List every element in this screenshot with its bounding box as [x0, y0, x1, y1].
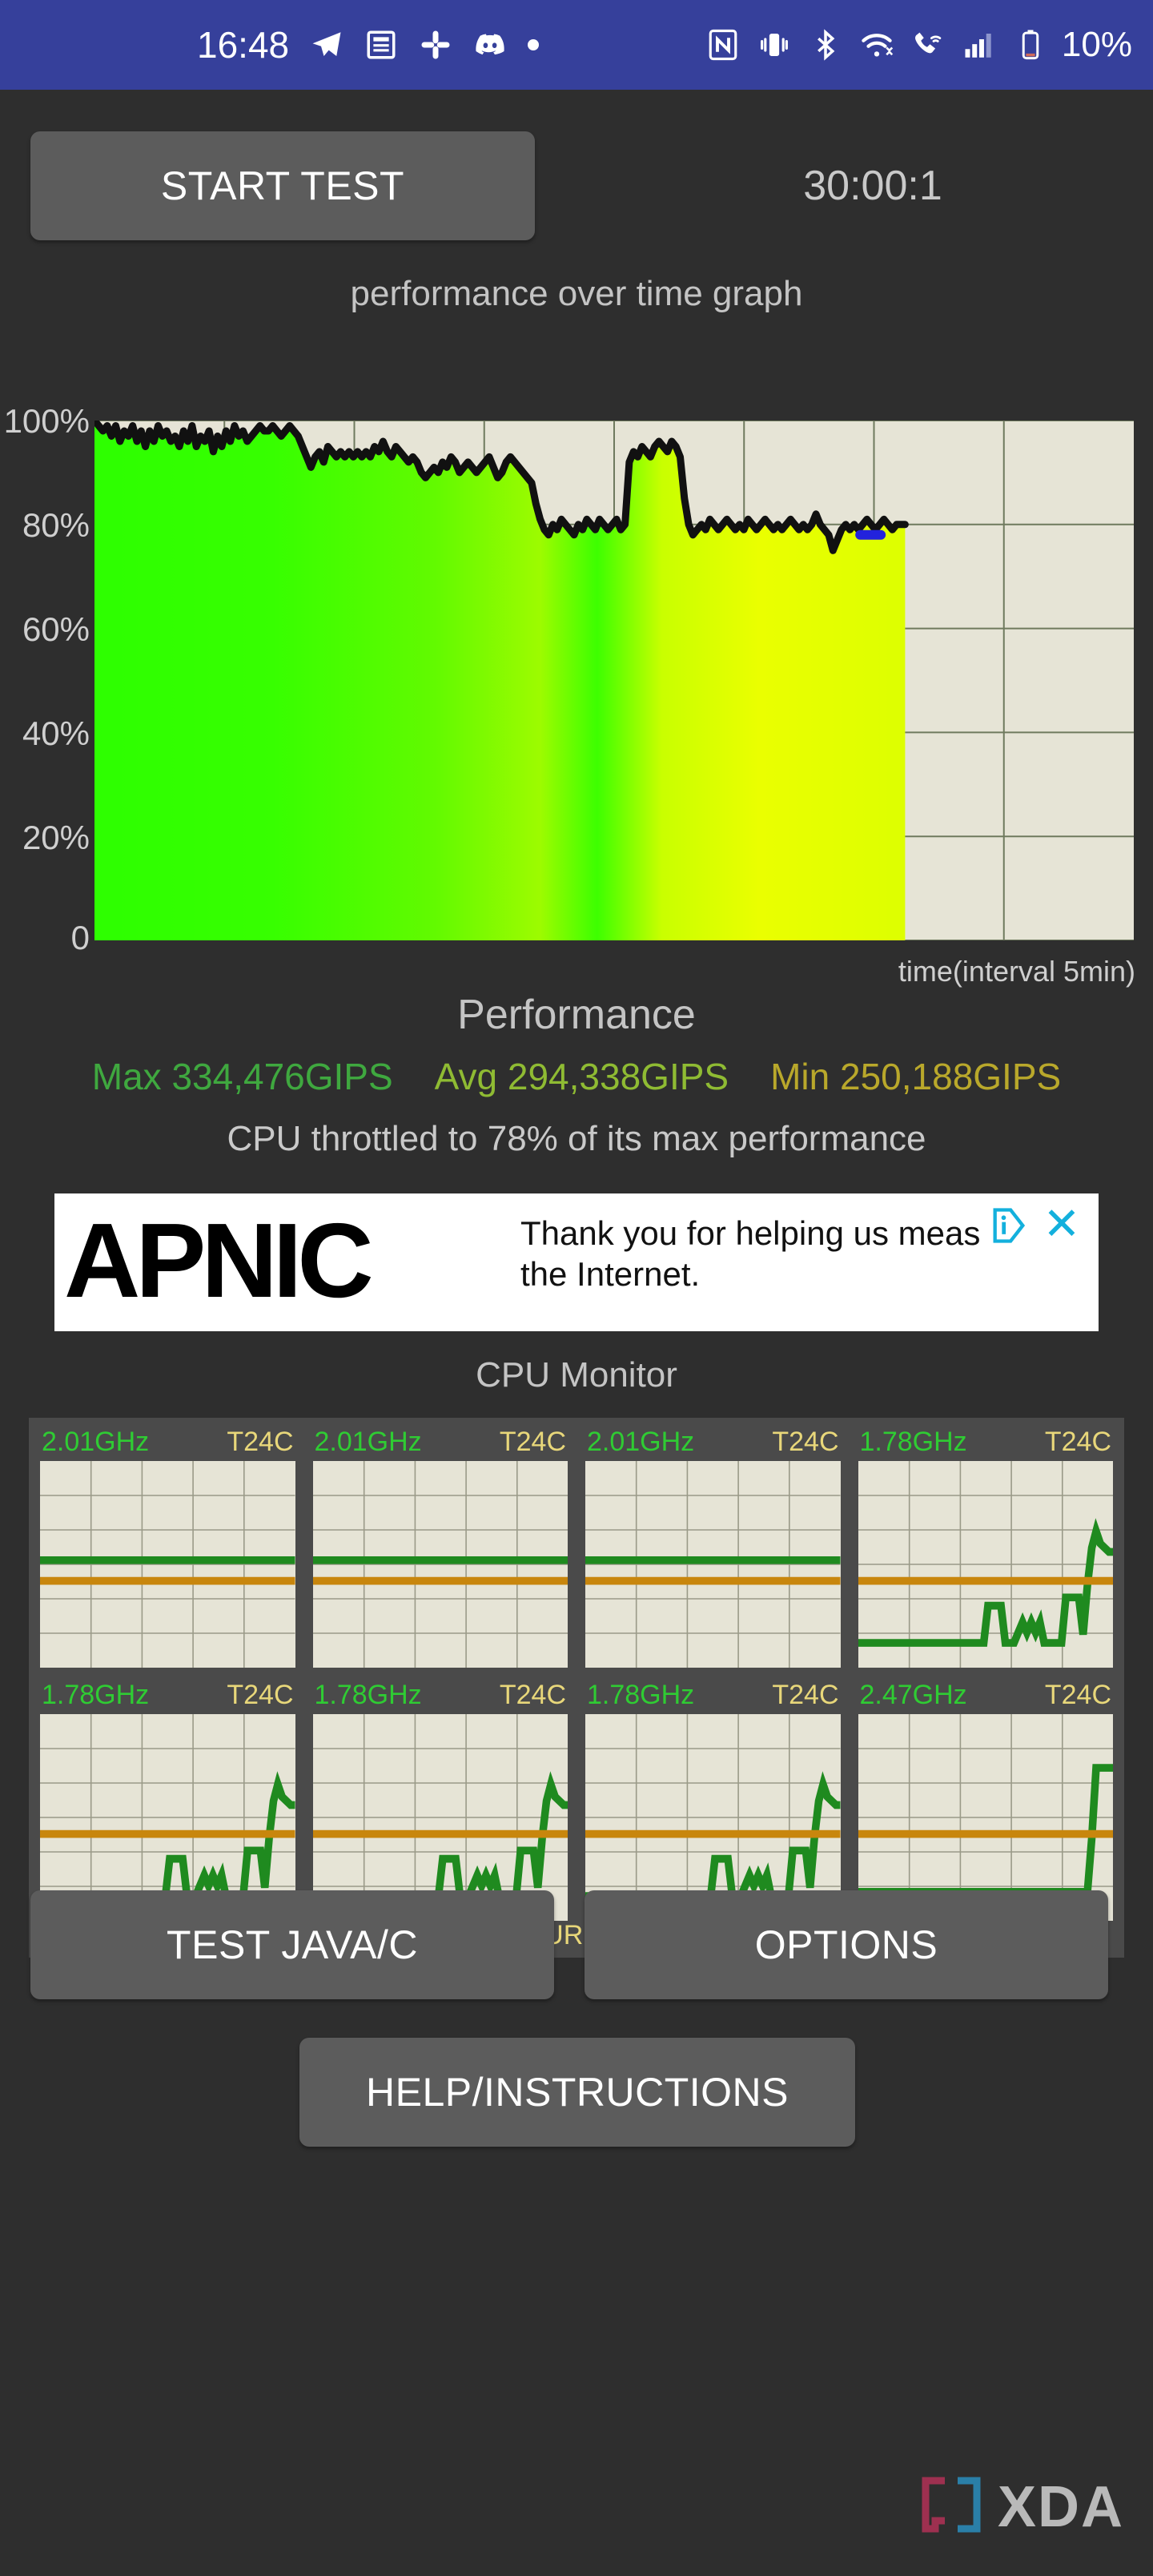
cpu-core-grid: 2.01GHz T24C 2.01GHz T24C 2.01GHz T24C 1.78GHz…: [37, 1424, 1116, 1921]
start-test-button[interactable]: START TEST: [30, 131, 535, 240]
cpu-core-plot: [312, 1461, 568, 1668]
close-icon[interactable]: ✕: [1039, 1201, 1084, 1246]
telegram-icon: [310, 28, 343, 62]
status-time: 16:48: [197, 24, 290, 66]
y-tick-40: 40%: [22, 714, 90, 752]
cpu-core-temperature: T24C: [772, 1680, 839, 1710]
cpu-core-cell: 2.01GHz T24C: [582, 1424, 844, 1668]
cpu-core-header: 2.01GHz T24C: [37, 1424, 299, 1459]
perf-min: Min 250,188GIPS: [770, 1056, 1062, 1097]
y-tick-60: 60%: [22, 610, 90, 648]
test-java-c-button[interactable]: TEST JAVA/C: [30, 1890, 554, 1999]
cpu-core-header: 2.01GHz T24C: [582, 1424, 844, 1459]
adchoices-icon[interactable]: [988, 1205, 1030, 1246]
cpu-core-temperature: T24C: [1044, 1427, 1111, 1457]
cpu-monitor-panel: 2.01GHz T24C 2.01GHz T24C 2.01GHz T24C 1.78GHz…: [29, 1418, 1124, 1958]
y-tick-0: 0: [70, 919, 90, 956]
cpu-core-frequency: 2.01GHz: [42, 1427, 150, 1457]
cpu-core-temperature: T24C: [499, 1680, 566, 1710]
xda-watermark: XDA: [918, 2476, 1124, 2538]
signal-bars-icon: [962, 28, 996, 62]
xda-wordmark: XDA: [997, 2474, 1124, 2539]
cpu-core-cell: 1.78GHz T24C: [582, 1677, 844, 1921]
cpu-core-header: 1.78GHz T24C: [37, 1677, 299, 1713]
y-tick-100: 100%: [3, 402, 90, 440]
cpu-core-frequency: 2.47GHz: [859, 1680, 967, 1710]
ad-text-line2: the Internet.: [520, 1255, 701, 1294]
cpu-core-temperature: T24C: [227, 1680, 294, 1710]
top-controls: START TEST 30:00:1: [0, 131, 1153, 244]
cpu-core-frequency: 1.78GHz: [42, 1680, 150, 1710]
cpu-core-frequency: 2.01GHz: [314, 1427, 422, 1457]
cpu-core-frequency: 1.78GHz: [587, 1680, 695, 1710]
cpu-core-cell: 1.78GHz T24C: [37, 1677, 299, 1921]
ad-text: Thank you for helping us meas the Intern…: [520, 1213, 1049, 1294]
options-button[interactable]: OPTIONS: [585, 1890, 1108, 1999]
discord-icon: [473, 28, 507, 62]
app-root: START TEST 30:00:1 performance over time…: [0, 90, 1153, 2576]
cpu-core-header: 1.78GHz T24C: [582, 1677, 844, 1713]
bluetooth-icon: [809, 28, 842, 62]
perf-max: Max 334,476GIPS: [91, 1056, 393, 1097]
cpu-core-cell: 1.78GHz T24C: [855, 1424, 1117, 1668]
cpu-core-frequency: 2.01GHz: [587, 1427, 695, 1457]
dot-icon: [528, 39, 540, 50]
cpu-core-header: 2.47GHz T24C: [855, 1677, 1117, 1713]
performance-area-chart: [94, 421, 1134, 940]
cpu-core-plot: [585, 1461, 841, 1668]
cpu-core-temperature: T24C: [1044, 1680, 1111, 1710]
cpu-core-cell: 2.01GHz T24C: [37, 1424, 299, 1668]
throttle-text: CPU throttled to 78% of its max performa…: [227, 1119, 926, 1158]
vibrate-icon: [757, 28, 791, 62]
ad-text-line1: Thank you for helping us meas: [520, 1214, 981, 1252]
battery-icon: [1014, 28, 1047, 62]
cpu-core-frequency: 1.78GHz: [859, 1427, 967, 1457]
help-instructions-button[interactable]: HELP/INSTRUCTIONS: [299, 2038, 855, 2147]
y-tick-80: 80%: [22, 506, 90, 544]
graph-plot-area: [94, 421, 1134, 940]
performance-heading: Performance: [457, 992, 696, 1038]
wifi-calling-icon: [911, 28, 945, 62]
cpu-core-plot: [40, 1461, 295, 1668]
wifi-icon: [860, 28, 894, 62]
cpu-core-temperature: T24C: [227, 1427, 294, 1457]
perf-avg: Avg 294,338GIPS: [434, 1056, 729, 1097]
slack-icon: [419, 28, 452, 62]
xda-bracket-icon: [918, 2476, 985, 2538]
y-tick-20: 20%: [22, 819, 90, 856]
battery-percent: 10%: [1061, 25, 1132, 64]
cpu-core-cell: 1.78GHz T24C: [310, 1677, 572, 1921]
cpu-core-plot: [858, 1461, 1113, 1668]
x-axis-note: time(interval 5min): [898, 955, 1135, 988]
cpu-core-header: 2.01GHz T24C: [310, 1424, 572, 1459]
document-icon: [364, 28, 398, 62]
cpu-core-cell: 2.47GHz T24C: [855, 1677, 1117, 1921]
cpu-core-cell: 2.01GHz T24C: [310, 1424, 572, 1668]
cpu-core-temperature: T24C: [772, 1427, 839, 1457]
ad-banner[interactable]: APNIC Thank you for helping us meas the …: [54, 1193, 1099, 1331]
ad-logo: APNIC: [64, 1201, 374, 1319]
cpu-core-frequency: 1.78GHz: [314, 1680, 422, 1710]
test-timer: 30:00:1: [803, 163, 942, 209]
performance-graph: performance over time graph 100% 80% 60%…: [0, 274, 1153, 988]
performance-stats: Max 334,476GIPS Avg 294,338GIPS Min 250,…: [0, 1055, 1153, 1098]
cpu-core-header: 1.78GHz T24C: [855, 1424, 1117, 1459]
cpu-core-header: 1.78GHz T24C: [310, 1677, 572, 1713]
cpu-core-temperature: T24C: [499, 1427, 566, 1457]
status-bar: 16:48 10%: [0, 0, 1153, 90]
nfc-icon: [706, 28, 740, 62]
graph-title: performance over time graph: [350, 274, 803, 313]
cpu-monitor-title: CPU Monitor: [476, 1355, 677, 1395]
